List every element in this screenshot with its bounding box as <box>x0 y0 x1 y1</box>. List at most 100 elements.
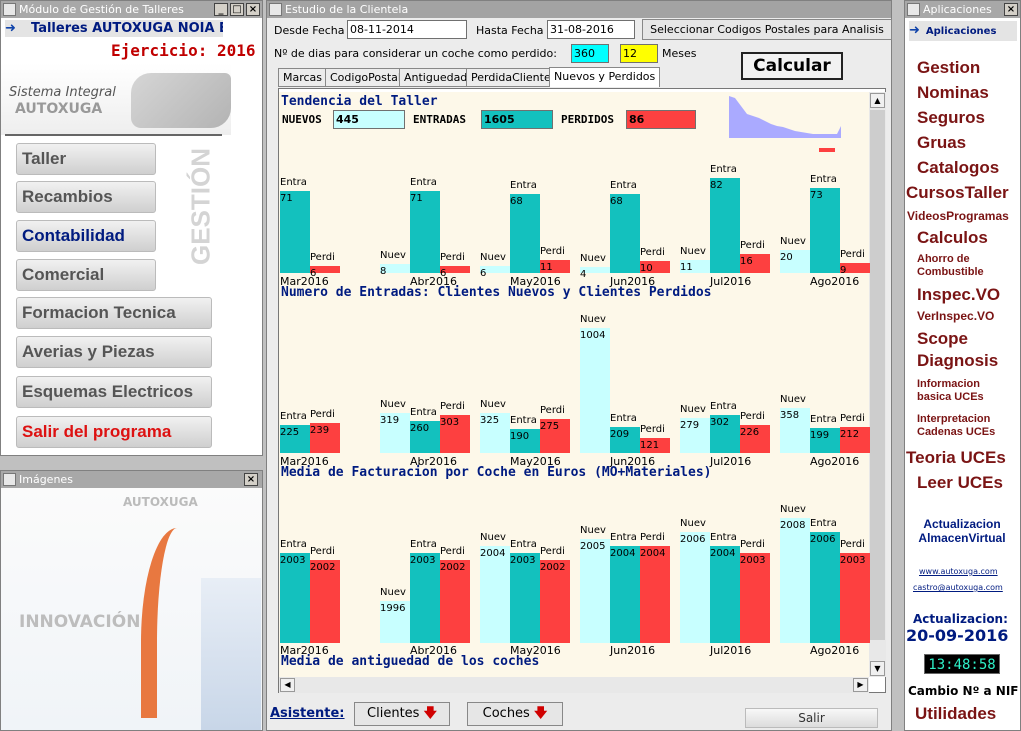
app-link-catalogos[interactable]: Catalogos <box>917 158 999 178</box>
vertical-scrollbar[interactable]: ▲ ▼ <box>869 92 886 677</box>
scroll-left-arrow[interactable]: ◀ <box>280 678 295 692</box>
chart3-series-label: Entra <box>810 518 837 529</box>
chart3-bar-nuevos <box>780 518 810 643</box>
app-link-interpretacion[interactable]: Interpretacion Cadenas UCEs <box>917 413 1017 439</box>
chart2-value-label: 225 <box>280 427 300 438</box>
app-link-scope[interactable]: Scope Diagnosis <box>917 328 1017 372</box>
chart1-series-label: Perdi <box>540 246 565 257</box>
scroll-up-arrow[interactable]: ▲ <box>870 93 885 108</box>
app-link-leer-uces[interactable]: Leer UCEs <box>917 473 1003 493</box>
actualizacion-date: 20-09-2016 <box>906 626 1009 645</box>
app-link-teoria-uces[interactable]: Teoria UCEs <box>906 448 1006 468</box>
nuevos-label: NUEVOS <box>282 113 322 126</box>
chart1-bar-entradas <box>710 178 740 273</box>
aplicaciones-header-button[interactable]: ➜ Aplicaciones <box>909 21 1017 41</box>
chart3-value-label: 2004 <box>480 548 506 559</box>
app-link-seguros[interactable]: Seguros <box>917 108 985 128</box>
chart2-series-label: Perdi <box>440 401 465 412</box>
coches-button[interactable]: Coches 🡇 <box>467 702 563 726</box>
app-link-almacen[interactable]: Actualizacion AlmacenVirtual <box>912 517 1012 545</box>
chart3-value-label: 2003 <box>510 555 536 566</box>
salir-button[interactable]: Salir <box>745 708 878 728</box>
horizontal-scrollbar[interactable]: ◀ ▶ <box>279 677 869 693</box>
nav-salir-button[interactable]: Salir del programa <box>16 416 212 448</box>
chart1-series-label: Entra <box>710 164 737 175</box>
dias-input[interactable]: 360 <box>571 44 609 63</box>
chart2-value-label: 212 <box>840 429 860 440</box>
app-link-verinspec-vo[interactable]: VerInspec.VO <box>917 309 994 323</box>
chart1-value-label: 20 <box>780 252 793 263</box>
app-link-videos[interactable]: VideosProgramas <box>907 209 1019 223</box>
web-link[interactable]: www.autoxuga.com <box>919 567 998 576</box>
left-window-titlebar[interactable]: Módulo de Gestión de Talleres _ □ × <box>1 1 262 18</box>
utilidades-link[interactable]: Utilidades <box>915 704 996 724</box>
images-window: Imágenes × AUTOXUGA INNOVACIÓN <box>0 470 263 731</box>
minimize-icon[interactable]: _ <box>214 3 228 16</box>
app-link-ahorro[interactable]: Ahorro de Combustible <box>917 253 1009 279</box>
chart3-value-label: 2003 <box>410 555 436 566</box>
main-window-titlebar[interactable]: Estudio de la Clientela <box>267 1 891 18</box>
chart2-series-label: Nuev <box>480 399 506 410</box>
app-link-info-uces[interactable]: Informacion basica UCEs <box>917 378 1012 404</box>
nav-formacion-button[interactable]: Formacion Tecnica <box>16 297 212 329</box>
chart2-value-label: 121 <box>640 440 660 451</box>
chart1-series-label: Entra <box>280 177 307 188</box>
nav-contabilidad-button[interactable]: Contabilidad <box>16 220 156 252</box>
chart3-month-label: Jul2016 <box>710 644 752 657</box>
scroll-thumb[interactable] <box>870 110 885 640</box>
maximize-icon[interactable]: □ <box>230 3 244 16</box>
tab-antiguedad[interactable]: Antiguedad <box>399 68 473 87</box>
scroll-down-arrow[interactable]: ▼ <box>870 661 885 676</box>
app-link-cursos-taller[interactable]: CursosTaller <box>906 183 1009 203</box>
app-link-gestion[interactable]: Gestion <box>917 58 980 78</box>
desde-input[interactable]: 08-11-2014 <box>347 20 467 39</box>
chart3-series-label: Nuev <box>380 587 406 598</box>
chart1-value-label: 11 <box>680 262 693 273</box>
close-icon[interactable]: × <box>244 473 258 486</box>
wrench-hand-image <box>131 73 231 128</box>
tab-codigo-postal[interactable]: CodigoPostal <box>325 68 406 87</box>
nav-comercial-button[interactable]: Comercial <box>16 259 156 291</box>
cambio-nif-link[interactable]: Cambio Nº a NIF <box>908 684 1019 698</box>
chart3-series-label: Nuev <box>580 525 606 536</box>
chart1-month-label: Mar2016 <box>280 275 329 288</box>
chart1-value-label: 8 <box>380 266 387 277</box>
app-link-calculos[interactable]: Calculos <box>917 228 988 248</box>
nav-recambios-button[interactable]: Recambios <box>16 181 156 213</box>
chart1-value-label: 71 <box>410 193 423 204</box>
hasta-input[interactable]: 31-08-2016 <box>547 20 635 39</box>
chart3-series-label: Perdi <box>640 532 665 543</box>
chart3-month-label: Ago2016 <box>810 644 860 657</box>
chart1-value-label: 4 <box>580 269 587 280</box>
tab-perdida-clientes[interactable]: PerdidaClientes <box>466 68 562 87</box>
tab-nuevos-perdidos[interactable]: Nuevos y Perdidos <box>549 67 661 87</box>
meses-input[interactable]: 12 <box>620 44 658 63</box>
select-cp-button[interactable]: Seleccionar Codigos Postales para Analis… <box>642 19 892 40</box>
chart3-value-label: 2006 <box>810 534 836 545</box>
chart3-series-label: Perdi <box>740 539 765 550</box>
nav-averias-button[interactable]: Averias y Piezas <box>16 336 212 368</box>
tab-marcas[interactable]: Marcas <box>278 68 328 87</box>
app-link-gruas[interactable]: Gruas <box>917 133 966 153</box>
images-window-titlebar[interactable]: Imágenes × <box>1 471 262 488</box>
nav-esquemas-button[interactable]: Esquemas Electricos <box>16 376 212 408</box>
arrow-right-icon: ➜ <box>5 21 16 36</box>
app-link-inspec-vo[interactable]: Inspec.VO <box>917 285 1000 305</box>
scroll-right-arrow[interactable]: ▶ <box>853 678 868 692</box>
right-window-titlebar[interactable]: Aplicaciones × <box>905 1 1020 18</box>
email-link[interactable]: castro@autoxuga.com <box>913 583 1003 592</box>
ejercicio-label: Ejercicio: 2016 <box>111 41 256 60</box>
nav-taller-button[interactable]: Taller <box>16 143 156 175</box>
close-icon[interactable]: × <box>1004 3 1018 16</box>
app-link-nominas[interactable]: Nominas <box>917 83 989 103</box>
chart1-series-label: Perdi <box>440 252 465 263</box>
chart1-month-label: Ago2016 <box>810 275 860 288</box>
chart3-series-label: Entra <box>280 539 307 550</box>
digital-clock: 13:48:58 <box>924 654 1000 674</box>
chart1-month-label: May2016 <box>510 275 561 288</box>
clientes-button[interactable]: Clientes 🡇 <box>354 702 450 726</box>
close-icon[interactable]: × <box>246 3 260 16</box>
calcular-button[interactable]: Calcular <box>741 52 843 80</box>
coches-label: Coches <box>482 706 530 721</box>
chart3-series-label: Entra <box>610 532 637 543</box>
